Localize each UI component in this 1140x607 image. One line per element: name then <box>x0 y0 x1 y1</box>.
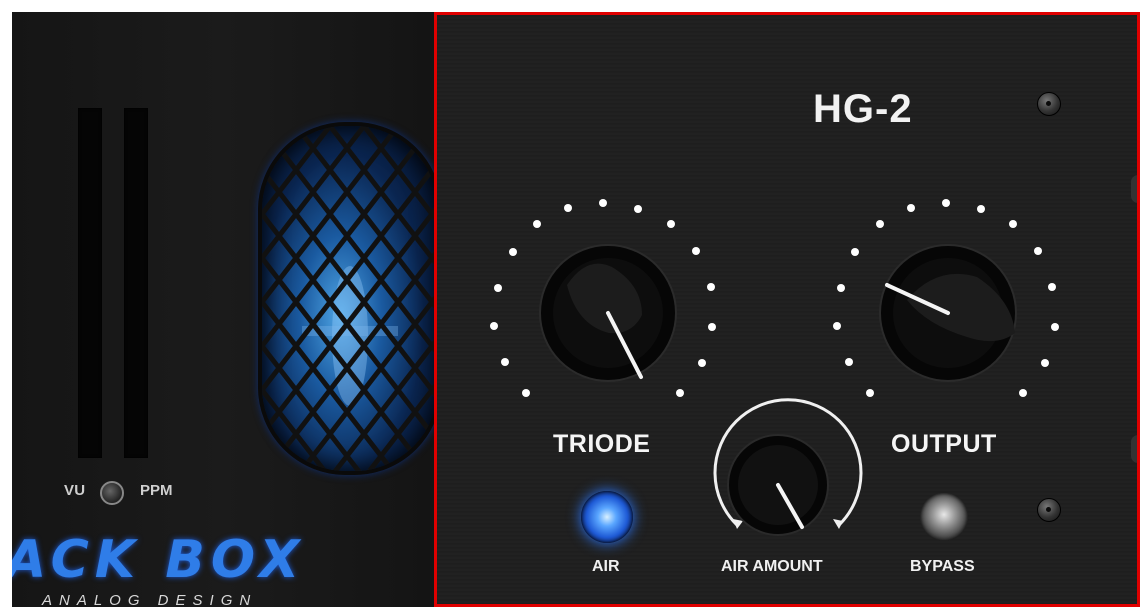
rack-edge-icon <box>1131 175 1137 203</box>
vacuum-tube-window <box>258 122 434 475</box>
meter-panel: VU PPM ACK BOX ANALOG DESIGN <box>12 12 434 607</box>
bypass-led-button[interactable] <box>920 493 968 541</box>
ppm-label: PPM <box>140 482 173 499</box>
air-led-button[interactable] <box>581 491 633 543</box>
screw-icon <box>1037 498 1061 522</box>
air-label: AIR <box>592 558 620 575</box>
air-amount-knob[interactable] <box>723 433 833 543</box>
brand-logo: ACK BOX <box>12 530 306 590</box>
meter-mode-toggle-switch[interactable] <box>100 481 124 505</box>
model-title: HG-2 <box>813 87 913 131</box>
meter-right-channel <box>124 108 148 458</box>
tube-grille-icon <box>262 126 434 471</box>
meter-left-channel <box>78 108 102 458</box>
screw-icon <box>1037 92 1061 116</box>
air-amount-label: AIR AMOUNT <box>721 558 823 575</box>
triode-label: TRIODE <box>553 430 651 458</box>
output-label: OUTPUT <box>891 430 997 458</box>
rack-edge-icon <box>1131 435 1137 463</box>
bypass-label: BYPASS <box>910 558 975 575</box>
triode-knob[interactable] <box>533 243 683 393</box>
hg2-selected-panel: HG-2 TRIODE OUTPUT AIR AIR AMOUNT BYPASS <box>434 12 1140 607</box>
output-knob[interactable] <box>873 243 1023 393</box>
top-window-edge <box>0 0 1140 12</box>
vu-label: VU <box>64 482 86 499</box>
brand-subtitle: ANALOG DESIGN <box>42 592 258 607</box>
